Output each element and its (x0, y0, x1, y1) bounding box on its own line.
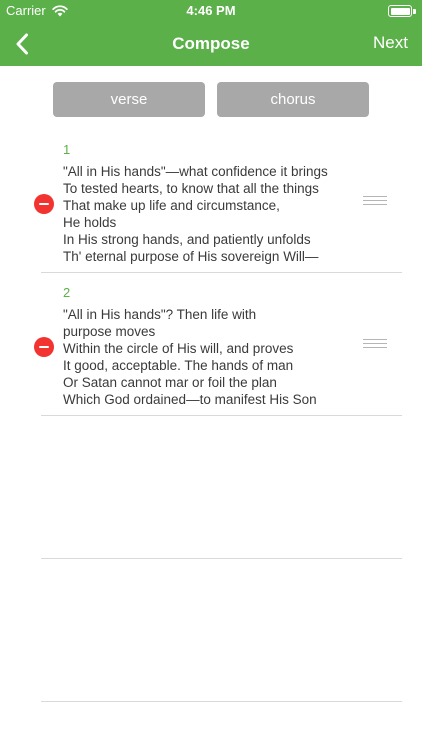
delete-button[interactable] (34, 337, 54, 357)
verse-text: "All in His hands"? Then life with purpo… (63, 307, 317, 407)
minus-icon (39, 346, 49, 348)
divider (41, 701, 402, 702)
add-chorus-button[interactable]: chorus (217, 82, 369, 117)
status-bar: Carrier 4:46 PM (0, 0, 422, 22)
empty-row (0, 559, 422, 702)
empty-row (0, 416, 422, 559)
verse-list: 1 "All in His hands"—what confidence it … (0, 130, 422, 702)
verse-number: 1 (63, 142, 71, 157)
page-title: Compose (172, 34, 250, 53)
delete-button[interactable] (34, 194, 54, 214)
battery-icon (388, 5, 416, 17)
nav-bar: Compose Next (0, 22, 422, 66)
status-time: 4:46 PM (186, 3, 236, 18)
add-verse-button[interactable]: verse (53, 82, 205, 117)
header: Carrier 4:46 PM Compose Next (0, 0, 422, 66)
minus-icon (39, 203, 49, 205)
list-item[interactable]: 2 "All in His hands"? Then life with pur… (0, 273, 422, 416)
reorder-handle-icon[interactable] (363, 196, 387, 206)
insert-buttons: verse chorus (0, 82, 422, 117)
verse-text: "All in His hands"—what confidence it br… (63, 164, 328, 264)
next-button[interactable]: Next (373, 33, 408, 53)
list-item[interactable]: 1 "All in His hands"—what confidence it … (0, 130, 422, 273)
reorder-handle-icon[interactable] (363, 339, 387, 349)
verse-number: 2 (63, 285, 71, 300)
